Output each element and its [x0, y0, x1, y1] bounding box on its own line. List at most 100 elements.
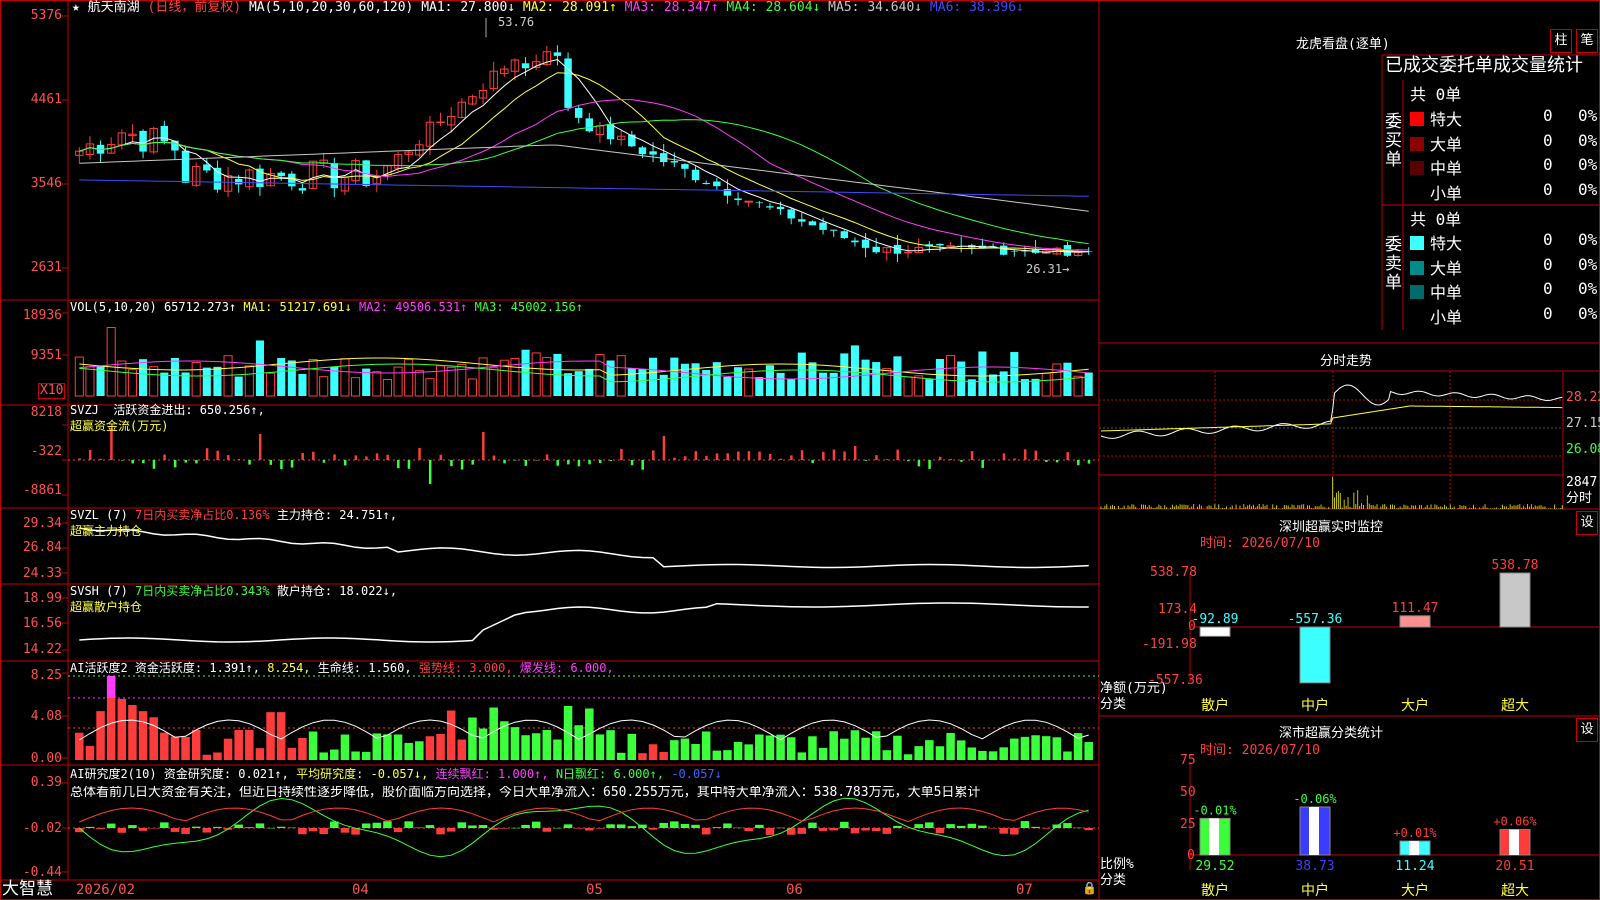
- sz-monitor-axis-tick: -191.98: [1142, 637, 1197, 652]
- intraday-axis-tick: 26.08: [1566, 442, 1600, 457]
- fund-flow-bar: [800, 450, 804, 460]
- row-percent: 0%: [1578, 106, 1598, 125]
- fund-flow-bar: [737, 451, 740, 460]
- sz-monitor-axis-tick: 538.78: [1150, 565, 1197, 580]
- legend-swatch: [1410, 285, 1424, 299]
- vol-unit-badge[interactable]: X10: [38, 383, 66, 399]
- activity-bar: [786, 737, 796, 760]
- fund-flow-bar: [365, 456, 368, 460]
- activity-bar: [298, 738, 307, 760]
- volume-bar: [287, 360, 296, 396]
- fund-flow-bar: [598, 460, 602, 464]
- volume-bar: [255, 340, 264, 396]
- candle-body: [649, 151, 657, 155]
- monitor-bar: [1299, 626, 1331, 684]
- sell-rows-row: 小单: [1410, 304, 1462, 328]
- research-bar: [404, 821, 413, 828]
- research-bar: [138, 828, 148, 831]
- candle-body: [277, 172, 285, 177]
- lock-icon[interactable]: 🔒: [1082, 881, 1097, 895]
- fund-flow-bar: [428, 460, 432, 484]
- volume-bar: [74, 356, 84, 397]
- pen-mode-button[interactable]: 笔: [1576, 29, 1598, 53]
- stats-category-label: 散户: [1201, 882, 1229, 899]
- research-bar: [372, 822, 382, 828]
- activity-bar: [351, 751, 360, 760]
- fund-flow-bar: [938, 456, 942, 460]
- fund-flow-bar: [758, 451, 761, 460]
- monitor-category-label: 大户: [1401, 697, 1429, 714]
- volume-bar: [266, 372, 276, 397]
- fund-flow-bar: [290, 460, 294, 468]
- ma-legend-3: MA3: 28.347↑: [616, 0, 719, 15]
- dragon-tabs[interactable]: 已成交委托单成交量统计: [1385, 55, 1600, 77]
- fund-flow-bar: [460, 460, 464, 470]
- fund-flow-bar: [120, 460, 124, 461]
- research-bar: [755, 824, 764, 828]
- sell-rows-row: 特大: [1410, 230, 1462, 254]
- activity-bar: [638, 753, 647, 760]
- fund-flow-bar: [822, 451, 825, 460]
- row-count: 0: [1543, 303, 1553, 323]
- activity-bar: [138, 711, 148, 760]
- candle-body: [702, 182, 710, 185]
- fund-flow-bar: [970, 451, 974, 460]
- row-percent: 0%: [1578, 279, 1598, 298]
- volume-bar: [531, 352, 541, 397]
- activity-bar: [181, 736, 190, 760]
- fund-flow-bar: [715, 453, 719, 460]
- volume-bar: [776, 372, 785, 396]
- activity-bar: [627, 733, 637, 760]
- legend-swatch: [1410, 260, 1424, 275]
- research-bar: [606, 824, 615, 828]
- volume-bar: [170, 358, 179, 396]
- fund-flow-bar: [1034, 450, 1038, 460]
- volume-bar: [319, 376, 329, 397]
- volume-bar: [840, 353, 849, 396]
- stock-name[interactable]: 航天南湖: [88, 0, 140, 15]
- volume-bar: [925, 379, 934, 396]
- favorite-star-icon[interactable]: ★: [72, 0, 80, 15]
- activity-bar: [574, 725, 583, 760]
- research-bar: [978, 825, 987, 828]
- stats-value-label: 20.51: [1495, 859, 1534, 874]
- research-bar: [521, 824, 530, 828]
- fund-flow-bar: [375, 453, 379, 460]
- activity-bar: [765, 735, 775, 760]
- sz-monitor-settings-button[interactable]: 设: [1576, 511, 1598, 535]
- research-line: [79, 807, 1089, 823]
- activity-bar: [542, 729, 552, 760]
- stats-value-label: 11.24: [1395, 859, 1434, 874]
- bar-mode-button[interactable]: 柱: [1550, 29, 1572, 53]
- fund-flow-bar: [768, 453, 772, 460]
- fund-flow-bar: [694, 451, 698, 460]
- research-bar: [786, 828, 796, 835]
- volume-bar: [978, 351, 987, 396]
- volume-bar: [351, 377, 361, 397]
- monitor-category-label: 散户: [1201, 697, 1229, 714]
- fund-flow-bar: [301, 452, 304, 460]
- research-bar: [935, 828, 945, 834]
- monitor-bar-label: 111.47: [1392, 601, 1439, 616]
- research-bar: [425, 825, 435, 828]
- sz-stats-settings-button[interactable]: 设: [1576, 718, 1598, 742]
- activity-bar: [436, 733, 445, 760]
- research-bar: [744, 828, 753, 832]
- intraday-axis-tick: 27.15: [1566, 416, 1600, 431]
- activity-bar: [1084, 742, 1093, 760]
- activity-bar: [914, 746, 923, 760]
- research-bar: [266, 827, 275, 829]
- fund-flow-bar: [343, 460, 347, 466]
- activity-bar: [808, 736, 817, 760]
- volume-bar: [340, 358, 350, 397]
- chart-canvas[interactable]: -92.89散户-557.36中户111.47大户538.78超大-0.01%2…: [0, 0, 1600, 900]
- svzl-subtitle: 超赢主力持仓: [70, 524, 143, 538]
- candle-body: [691, 169, 700, 181]
- activity-line: [79, 719, 1089, 741]
- research-bar: [797, 828, 807, 834]
- svsh-axis-tick: 16.56: [22, 616, 62, 631]
- research-bar: [585, 828, 594, 831]
- volume-bar: [787, 379, 796, 396]
- brand-logo[interactable]: 大智慧: [2, 879, 53, 899]
- chart-mode[interactable]: (日线，前复权): [148, 0, 242, 15]
